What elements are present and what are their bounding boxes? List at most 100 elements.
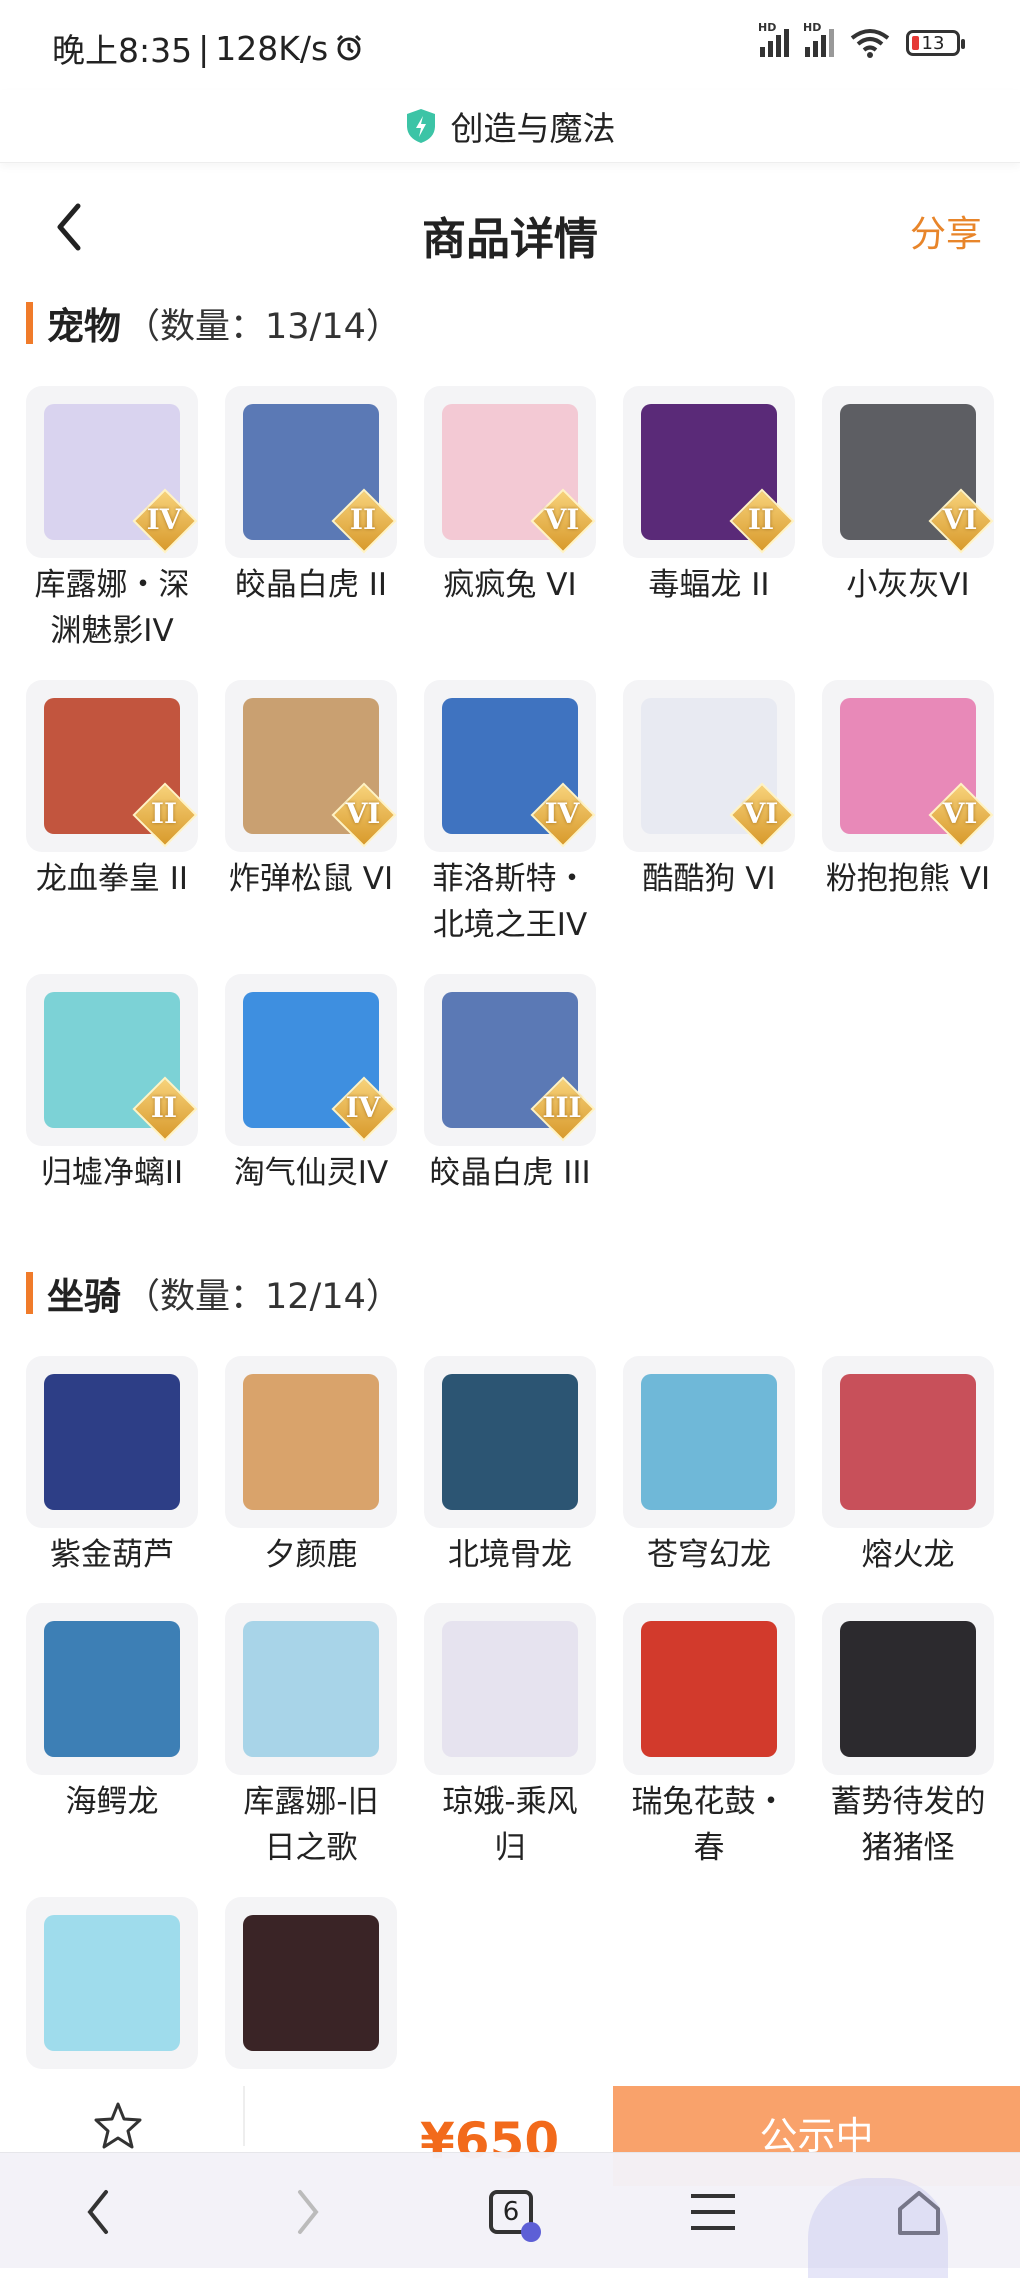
item-card[interactable]: III 皎晶白虎 III — [424, 974, 598, 1196]
tier-badge-label: II — [150, 797, 178, 830]
item-card[interactable]: VI 疯疯兔 VI — [424, 386, 598, 608]
item-card[interactable]: II 龙血拳皇 II — [26, 680, 200, 902]
tab-count: 6 — [502, 2197, 520, 2227]
item-card[interactable]: 琼娥-乘风归 — [424, 1603, 598, 1871]
item-card[interactable]: 夕颜鹿 — [225, 1356, 399, 1578]
item-thumbnail: VI — [225, 680, 397, 852]
tier-badge-label: VI — [743, 797, 779, 830]
item-name-line2: 猪猪怪 — [861, 1830, 955, 1866]
item-card[interactable]: IV 菲洛斯特・ 北境之王IV — [424, 680, 598, 948]
floating-ghost-decoration — [808, 2178, 948, 2278]
item-name: 酷酷狗 VI — [609, 856, 809, 902]
item-name: 淘气仙灵IV — [211, 1150, 411, 1196]
item-name: 琼娥-乘风归 — [410, 1779, 610, 1871]
item-thumbnail — [623, 1603, 795, 1775]
tier-badge-label: VI — [942, 797, 978, 830]
star-icon[interactable] — [92, 2100, 144, 2152]
item-name: 库露娜-旧 日之歌 — [211, 1779, 411, 1871]
item-thumbnail: VI — [623, 680, 795, 852]
pets-section-title: 宠物 （数量：13/14） — [26, 296, 401, 350]
page-title: 商品详情 — [422, 214, 598, 265]
status-bar: 晚上8:35 | 128K/s HD HD 13 — [0, 0, 1020, 90]
page-header: 商品详情 分享 — [0, 175, 1020, 285]
item-thumbnail — [822, 1356, 994, 1528]
item-name-line1: 紫金葫芦 — [50, 1537, 174, 1573]
nav-forward-button[interactable] — [272, 2177, 342, 2247]
signal-icon-2: HD — [803, 21, 834, 57]
signal-hd-label: HD — [758, 21, 777, 34]
item-card[interactable]: VI 炸弹松鼠 VI — [225, 680, 399, 902]
item-name: 夕颜鹿 — [211, 1532, 411, 1578]
item-name: 瑞兔花鼓・春 — [609, 1779, 809, 1871]
item-image — [641, 1621, 777, 1757]
item-card[interactable]: II 归墟净螭II — [26, 974, 200, 1196]
item-card[interactable]: II 毒蝠龙 II — [623, 386, 797, 608]
item-card[interactable]: 海鳄龙 — [26, 1603, 200, 1825]
item-image — [840, 1621, 976, 1757]
item-thumbnail — [26, 1356, 198, 1528]
item-name-line1: 粉抱抱熊 VI — [825, 861, 991, 897]
item-card[interactable]: 库露娜-旧 日之歌 — [225, 1603, 399, 1871]
tier-badge-label: IV — [345, 1091, 381, 1124]
item-thumbnail: VI — [822, 680, 994, 852]
item-thumbnail: IV — [225, 974, 397, 1146]
item-name-line1: 酷酷狗 VI — [642, 861, 776, 897]
item-thumbnail: II — [26, 974, 198, 1146]
status-right: HD HD 13 — [758, 21, 965, 58]
tier-badge-label: II — [747, 503, 775, 536]
item-name: 海鳄龙 — [12, 1779, 212, 1825]
item-name-line1: 蓄势待发的 — [830, 1784, 986, 1820]
tier-badge-label: IV — [146, 503, 182, 536]
pets-count: （数量：13/14） — [125, 306, 401, 347]
shield-icon — [406, 109, 435, 143]
item-image — [243, 1621, 379, 1757]
item-name: 紫金葫芦 — [12, 1532, 212, 1578]
item-name-line1: 炸弹松鼠 VI — [228, 861, 394, 897]
share-button[interactable]: 分享 — [910, 205, 982, 257]
item-card[interactable]: VI 小灰灰VI — [822, 386, 996, 608]
item-image — [44, 1915, 180, 2051]
item-name-line1: 熔火龙 — [861, 1537, 955, 1573]
item-card[interactable]: IV 淘气仙灵IV — [225, 974, 399, 1196]
item-name: 疯疯兔 VI — [410, 562, 610, 608]
item-card[interactable]: VI 酷酷狗 VI — [623, 680, 797, 902]
item-card[interactable]: 蓄势待发的 猪猪怪 — [822, 1603, 996, 1871]
item-name-line1: 毒蝠龙 II — [648, 567, 770, 603]
section-accent-bar — [26, 1272, 33, 1314]
item-card[interactable]: 熔火龙 — [822, 1356, 996, 1578]
item-name-line1: 淘气仙灵IV — [233, 1155, 389, 1191]
item-name-line1: 小灰灰VI — [846, 567, 970, 603]
item-card[interactable]: 苍穹幻龙 — [623, 1356, 797, 1578]
tabs-button[interactable]: 6 — [476, 2177, 546, 2247]
item-name: 熔火龙 — [808, 1532, 1008, 1578]
wifi-icon — [850, 29, 890, 58]
tabs-icon: 6 — [489, 2190, 541, 2242]
item-name: 龙血拳皇 II — [12, 856, 212, 902]
item-name-line1: 苍穹幻龙 — [647, 1537, 771, 1573]
item-name-line1: 皎晶白虎 II — [234, 567, 388, 603]
item-card[interactable]: VI 粉抱抱熊 VI — [822, 680, 996, 902]
item-name: 库露娜・深 渊魅影IV — [12, 562, 212, 654]
item-name: 归墟净螭II — [12, 1150, 212, 1196]
item-name-line2: 日之歌 — [264, 1830, 358, 1866]
nav-back-button[interactable] — [64, 2177, 134, 2247]
item-name-line2: 归 — [494, 1830, 526, 1866]
item-card[interactable]: 紫金葫芦 — [26, 1356, 200, 1578]
item-name-line1: 瑞兔花鼓・ — [631, 1784, 787, 1820]
item-card[interactable]: 瑞兔花鼓・春 — [623, 1603, 797, 1871]
item-card[interactable] — [26, 1897, 200, 2073]
item-image — [44, 1374, 180, 1510]
item-card[interactable]: IV 库露娜・深 渊魅影IV — [26, 386, 200, 654]
pets-title: 宠物 — [47, 305, 121, 348]
item-thumbnail — [623, 1356, 795, 1528]
item-name: 小灰灰VI — [808, 562, 1008, 608]
item-name-line2: 北境之王IV — [432, 907, 588, 943]
item-name: 苍穹幻龙 — [609, 1532, 809, 1578]
menu-button[interactable] — [678, 2177, 748, 2247]
item-name-line1: 北境骨龙 — [448, 1537, 572, 1573]
item-name-line1: 疯疯兔 VI — [443, 567, 577, 603]
item-card[interactable]: 北境骨龙 — [424, 1356, 598, 1578]
item-card[interactable] — [225, 1897, 399, 2073]
item-card[interactable]: II 皎晶白虎 II — [225, 386, 399, 608]
item-name: 炸弹松鼠 VI — [211, 856, 411, 902]
